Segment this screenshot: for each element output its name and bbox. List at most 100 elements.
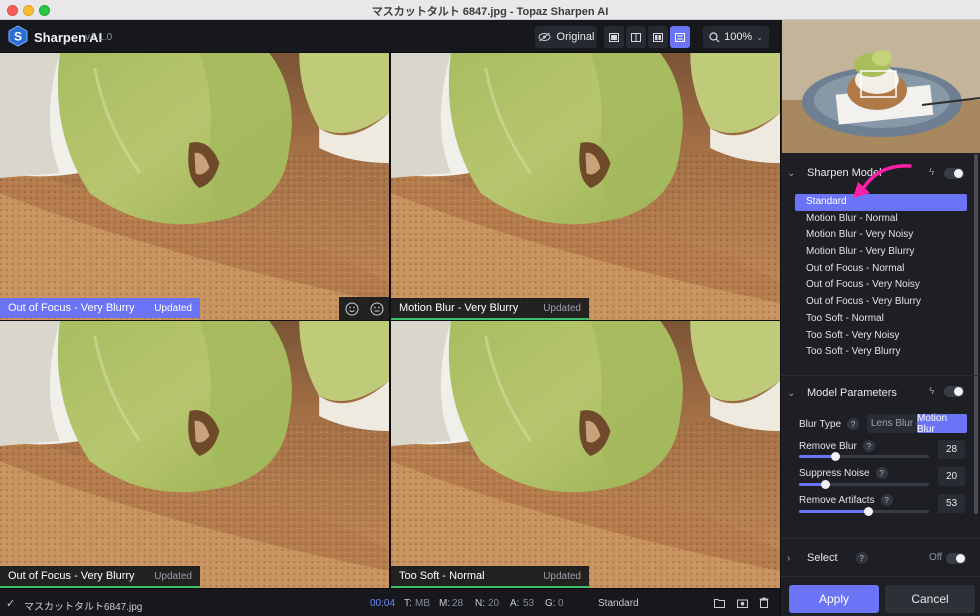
single-view-icon: [609, 32, 619, 42]
remove-artifacts-label: Remove Artifacts ?: [799, 494, 893, 506]
blur-type-selector: Lens Blur Motion Blur: [867, 413, 967, 435]
status-t-label: T:: [404, 598, 412, 609]
slider-knob[interactable]: [863, 507, 873, 516]
preview-image: [391, 321, 780, 588]
model-item-out-of-focus-normal[interactable]: Out of Focus - Normal: [795, 261, 967, 278]
feedback-buttons: [339, 297, 389, 320]
checkmark-icon: ✓: [6, 598, 16, 610]
folder-icon[interactable]: [714, 598, 725, 608]
help-icon[interactable]: ?: [880, 494, 893, 506]
slider-fill: [799, 455, 836, 458]
model-item-too-soft-normal[interactable]: Too Soft - Normal: [795, 311, 967, 328]
svg-text:S: S: [14, 30, 22, 44]
eye-off-icon: [538, 32, 551, 42]
original-label: Original: [556, 31, 595, 43]
remove-blur-value[interactable]: 28: [938, 440, 965, 459]
preview-pane-1[interactable]: Out of Focus - Very Blurry Updated: [0, 53, 389, 320]
model-item-too-soft-very-blurry[interactable]: Too Soft - Very Blurry: [795, 344, 967, 361]
model-parameters-header[interactable]: ⌄ Model Parameters: [781, 384, 971, 402]
suppress-noise-slider[interactable]: [799, 480, 929, 489]
single-view-button[interactable]: [604, 26, 624, 48]
chevron-right-icon: ›: [787, 552, 791, 564]
model-item-out-of-focus-very-noisy[interactable]: Out of Focus - Very Noisy: [795, 277, 967, 294]
pane-model-name: Motion Blur - Very Blurry: [399, 302, 519, 314]
side-by-side-view-icon: [653, 32, 663, 42]
side-by-side-view-button[interactable]: [648, 26, 668, 48]
smile-icon[interactable]: [345, 302, 359, 316]
trash-icon[interactable]: [759, 597, 769, 608]
slider-knob[interactable]: [831, 452, 841, 461]
model-item-too-soft-very-noisy[interactable]: Too Soft - Very Noisy: [795, 328, 967, 345]
select-toggle[interactable]: [946, 553, 966, 564]
remove-artifacts-slider[interactable]: [799, 507, 929, 516]
select-state: Off: [929, 552, 943, 563]
model-item-motion-blur-very-noisy[interactable]: Motion Blur - Very Noisy: [795, 227, 967, 244]
blur-type-text: Blur Type: [799, 418, 842, 430]
model-parameters-auto-toggle[interactable]: [944, 386, 964, 397]
sharpen-ai-logo-icon: S: [8, 25, 28, 47]
slider-knob[interactable]: [821, 480, 830, 489]
right-panel: ⌄ Sharpen Model ϟ Standard Motion Blur -…: [780, 20, 980, 616]
panel-scrollbar[interactable]: [974, 154, 978, 514]
camera-icon[interactable]: [737, 598, 748, 608]
pane-label-4: Too Soft - Normal Updated: [391, 566, 589, 586]
window-title: マスカットタルト 6847.jpg - Topaz Sharpen AI: [371, 6, 609, 18]
split-view-button[interactable]: [626, 26, 646, 48]
lens-blur-option[interactable]: Lens Blur: [867, 414, 917, 433]
zoom-dropdown[interactable]: 100% ⌄: [703, 26, 769, 48]
blur-type-label: Blur Type ?: [799, 418, 860, 430]
suppress-noise-text: Suppress Noise: [799, 467, 870, 479]
status-n-value: 20: [488, 598, 500, 609]
comparison-grid: Out of Focus - Very Blurry Updated Motio…: [0, 53, 780, 588]
status-model: Standard: [598, 598, 639, 609]
status-bar: ✓ マスカットタルト6847.jpg 00:04 T: MB M: 28 N: …: [0, 588, 780, 616]
select-header[interactable]: › Select ?: [781, 549, 971, 567]
status-g-value: 0: [558, 598, 564, 609]
pane-label-1: Out of Focus - Very Blurry Updated: [0, 298, 200, 318]
status-a-value: 53: [523, 598, 535, 609]
remove-blur-slider[interactable]: [799, 452, 929, 461]
model-item-motion-blur-very-blurry[interactable]: Motion Blur - Very Blurry: [795, 244, 967, 261]
zoom-icon: [709, 31, 720, 42]
select-title: Select: [807, 552, 838, 564]
status-m-value: 28: [452, 598, 464, 609]
remove-blur-label: Remove Blur ?: [799, 440, 875, 452]
model-item-out-of-focus-very-blurry[interactable]: Out of Focus - Very Blurry: [795, 294, 967, 311]
original-toggle-button[interactable]: Original: [535, 26, 597, 48]
help-icon[interactable]: ?: [847, 418, 860, 430]
view-mode-group: [604, 26, 692, 48]
zoom-value: 100%: [724, 31, 753, 43]
remove-artifacts-value[interactable]: 53: [938, 494, 965, 513]
suppress-noise-value[interactable]: 20: [938, 467, 965, 486]
preview-image: [0, 53, 389, 320]
apply-button[interactable]: Apply: [789, 585, 879, 613]
navigator-image: [782, 20, 980, 153]
preview-pane-2[interactable]: Motion Blur - Very Blurry Updated: [391, 53, 780, 320]
chevron-down-icon: ⌄: [787, 167, 796, 179]
comparison-view-button[interactable]: [670, 26, 690, 48]
help-icon[interactable]: ?: [862, 440, 875, 452]
help-icon[interactable]: ?: [875, 467, 888, 479]
status-n-label: N:: [475, 598, 485, 609]
neutral-face-icon[interactable]: [370, 302, 384, 316]
model-parameters-title: Model Parameters: [807, 387, 897, 399]
navigator-thumbnail[interactable]: [782, 20, 980, 153]
motion-blur-option[interactable]: Motion Blur: [917, 413, 967, 435]
pane-status: Updated: [543, 302, 581, 314]
remove-blur-text: Remove Blur: [799, 440, 857, 452]
chevron-down-icon: ⌄: [756, 32, 763, 42]
sharpen-model-auto-toggle[interactable]: [944, 168, 964, 179]
model-item-motion-blur-normal[interactable]: Motion Blur - Normal: [795, 211, 967, 228]
status-a-label: A:: [510, 598, 520, 609]
cancel-button[interactable]: Cancel: [885, 585, 975, 613]
preview-image: [391, 53, 780, 320]
sharpen-model-list: Standard Motion Blur - Normal Motion Blu…: [795, 194, 967, 361]
pane-label-2: Motion Blur - Very Blurry Updated: [391, 298, 589, 318]
preview-pane-4[interactable]: Too Soft - Normal Updated: [391, 321, 780, 588]
pane-model-name: Out of Focus - Very Blurry: [8, 570, 135, 582]
help-icon[interactable]: ?: [855, 552, 868, 564]
pane-status: Updated: [154, 302, 192, 314]
split-view-icon: [631, 32, 641, 42]
preview-pane-3[interactable]: Out of Focus - Very Blurry Updated: [0, 321, 389, 588]
lightning-icon: ϟ: [929, 167, 935, 178]
